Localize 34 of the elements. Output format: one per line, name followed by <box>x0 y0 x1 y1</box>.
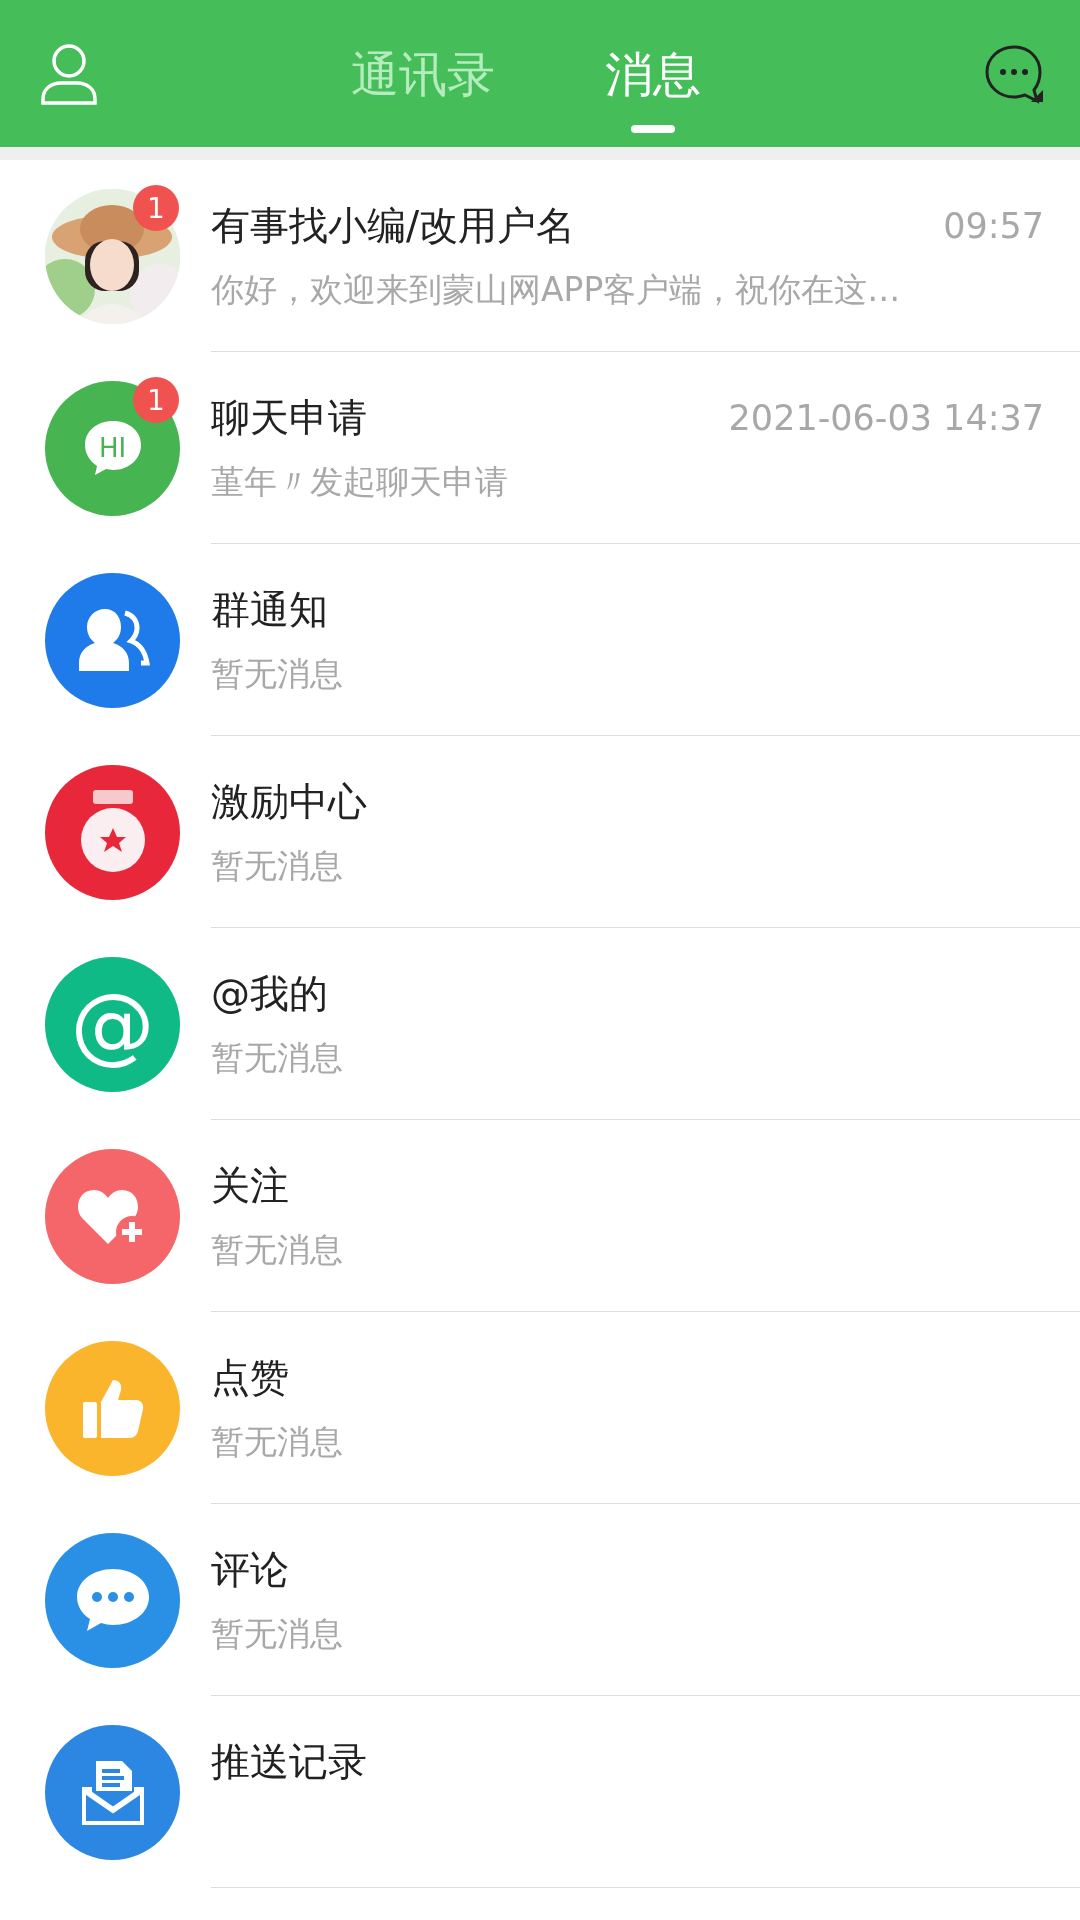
conversation-item[interactable]: 点赞 暂无消息 <box>0 1312 1080 1504</box>
conversation-item[interactable]: 评论 暂无消息 <box>0 1504 1080 1696</box>
conversation-item[interactable]: 群通知 暂无消息 <box>0 544 1080 736</box>
unread-badge: 1 <box>133 377 179 423</box>
message-time: 2021-06-03 14:37 <box>728 398 1044 438</box>
conversation-item[interactable]: 关注 暂无消息 <box>0 1120 1080 1312</box>
message-time: 09:57 <box>943 206 1044 246</box>
message-preview: 堇年〃发起聊天申请 <box>211 461 509 503</box>
conversation-item[interactable]: HI 1 聊天申请 2021-06-03 14:37 堇年〃发起聊天申请 <box>0 352 1080 544</box>
conversation-title: 评论 <box>211 1546 289 1594</box>
conversation-title: 聊天申请 <box>211 394 367 442</box>
conversation-title: 群通知 <box>211 586 328 634</box>
message-preview: 暂无消息 <box>211 1613 344 1655</box>
envelope-icon <box>79 1759 146 1825</box>
message-preview: 你好，欢迎来到蒙山网APP客户端，祝你在这… <box>211 269 902 311</box>
conversation-item[interactable]: 激励中心 暂无消息 <box>0 736 1080 928</box>
message-preview: 暂无消息 <box>211 1229 344 1271</box>
conversation-item[interactable]: 1 有事找小编/改用户名 09:57 你好，欢迎来到蒙山网APP客户端，祝你在这… <box>0 160 1080 352</box>
conversation-title: 推送记录 <box>211 1738 367 1786</box>
conversation-title: 激励中心 <box>211 778 367 826</box>
message-preview: 暂无消息 <box>211 1037 344 1079</box>
message-preview: 暂无消息 <box>211 653 344 695</box>
conversation-item[interactable]: 推送记录 <box>0 1696 1080 1888</box>
message-preview: 暂无消息 <box>211 845 344 887</box>
chat-bubble-icon[interactable] <box>984 43 1044 104</box>
conversation-title: @我的 <box>211 970 328 1018</box>
conversation-title: 关注 <box>211 1162 289 1210</box>
at-sign: @ <box>70 982 155 1066</box>
conversation-title: 有事找小编/改用户名 <box>211 202 576 250</box>
unread-badge: 1 <box>133 185 179 231</box>
chat-bubble-icon <box>74 1567 151 1633</box>
message-preview: 暂无消息 <box>211 1421 344 1463</box>
conversation-item[interactable]: @ @我的 暂无消息 <box>0 928 1080 1120</box>
conversation-title: 点赞 <box>211 1354 289 1402</box>
